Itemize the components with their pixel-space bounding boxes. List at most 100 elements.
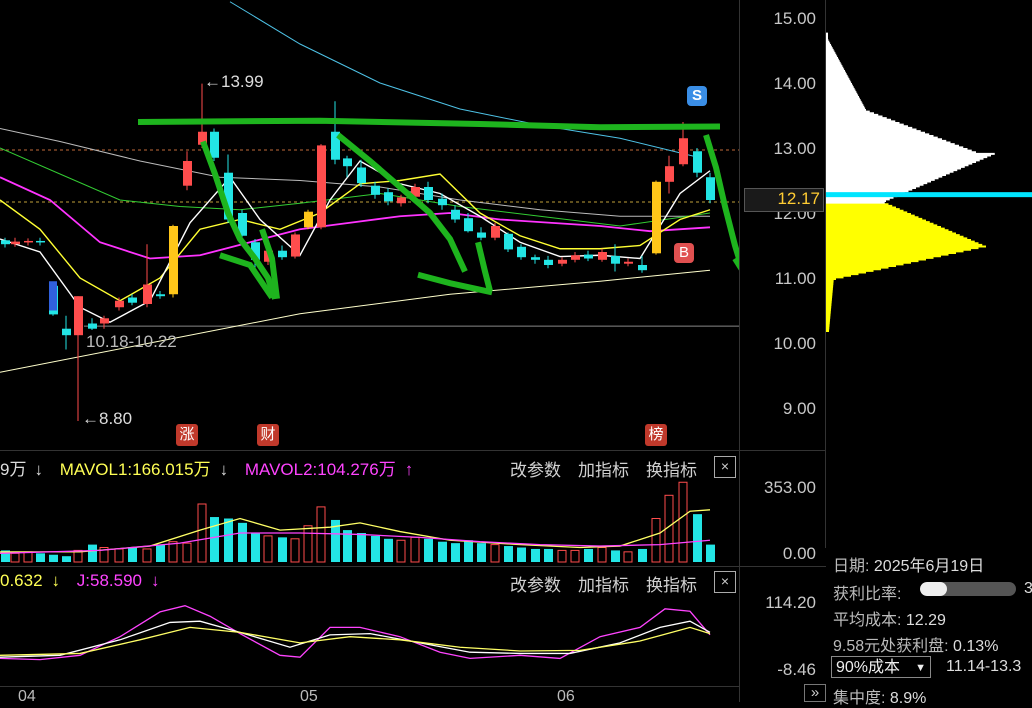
event-tag-ranking[interactable]: 榜 — [645, 424, 667, 446]
scroll-right-icon[interactable]: » — [804, 684, 826, 702]
kline-chart[interactable] — [0, 0, 740, 450]
candle-body — [397, 197, 406, 204]
volume-bar — [10, 552, 20, 563]
candle-body — [424, 187, 433, 200]
kdj-d-line — [0, 626, 711, 656]
kdj-close-icon[interactable]: × — [714, 571, 736, 593]
kdj-switch-indicator-button[interactable]: 换指标 — [646, 571, 697, 596]
price-axis-label: 11.00 — [774, 269, 816, 288]
candle-body — [464, 218, 473, 232]
ma120-line — [229, 1, 701, 159]
volume-bar — [263, 535, 273, 563]
down-arrow-3 — [703, 134, 740, 272]
candle-body — [88, 323, 97, 329]
ma10-line — [0, 173, 711, 302]
kdj-j-label: J:58.590 ↓ — [76, 571, 160, 590]
volume-bar — [544, 548, 553, 562]
volume-bar — [706, 544, 715, 562]
cost-percent-select[interactable]: 90%成本 ▼ — [831, 656, 931, 678]
volume-bar — [210, 517, 219, 562]
volume-bar — [557, 549, 567, 563]
volume-bar — [410, 536, 420, 563]
kdj-chart[interactable] — [0, 590, 740, 684]
mavol2-line — [0, 532, 711, 554]
volume-bar — [278, 537, 287, 562]
mavol1-label: MAVOL1:166.015万 ↓ — [59, 460, 229, 479]
profit-ratio-value: 3 — [1024, 580, 1032, 597]
candle-body — [62, 328, 71, 336]
volume-bar — [438, 541, 447, 562]
candle-body — [291, 234, 300, 257]
candle-body — [36, 240, 45, 243]
volume-bar — [197, 503, 207, 563]
chip-concentration: 集中度: 8.9% — [833, 690, 927, 707]
volume-partial-label: 9万 — [0, 460, 27, 479]
volume-bar — [517, 547, 526, 562]
volume-add-indicator-button[interactable]: 加指标 — [578, 456, 629, 481]
kdj-edit-params-button[interactable]: 改参数 — [510, 571, 561, 596]
candle-body — [665, 166, 674, 182]
volume-chart[interactable] — [0, 478, 740, 566]
sell-signal-badge[interactable]: S — [687, 86, 707, 106]
volume-bar — [584, 548, 593, 562]
date-axis-apr: 04 — [18, 688, 36, 705]
candle-body — [477, 232, 486, 238]
volume-bar — [396, 539, 406, 563]
candle-body — [491, 226, 500, 238]
volume-bar — [504, 546, 513, 562]
volume-bar — [531, 548, 540, 562]
volume-bar — [49, 554, 58, 562]
candle-body — [544, 259, 553, 265]
candle-body — [504, 233, 513, 250]
kdj-axis-top: 114.20 — [765, 593, 816, 612]
arrow-head-2b — [475, 241, 493, 292]
volume-bar — [424, 538, 433, 562]
ma90-line — [0, 128, 710, 217]
volume-bar — [128, 547, 137, 562]
kdj-k-line — [0, 620, 711, 658]
candle-body — [1, 240, 10, 245]
volume-bar — [678, 481, 688, 563]
candle-body — [128, 297, 137, 303]
candle-body — [624, 261, 633, 264]
volume-bar — [371, 535, 380, 562]
candle-body — [169, 226, 178, 295]
candle-body — [74, 296, 83, 336]
candle-body — [317, 145, 326, 228]
pane-divider-2 — [0, 566, 826, 567]
event-tag-limit-up[interactable]: 涨 — [176, 424, 198, 446]
chevron-down-icon: ▼ — [915, 662, 926, 674]
buy-signal-badge[interactable]: B — [674, 243, 694, 263]
chip-distribution[interactable] — [826, 0, 1032, 545]
volume-bar — [384, 538, 393, 562]
candle-body — [679, 138, 688, 165]
mavol2-label: MAVOL2:104.276万 ↑ — [244, 460, 414, 479]
average-cost-line — [826, 192, 1032, 198]
kdj-add-indicator-button[interactable]: 加指标 — [578, 571, 629, 596]
volume-close-icon[interactable]: × — [714, 456, 736, 478]
resistance-marker — [137, 117, 721, 131]
volume-bar — [114, 548, 124, 563]
kdj-partial-label: 0.632 ↓ — [0, 571, 61, 590]
candle-body — [156, 294, 165, 297]
candle-body — [278, 250, 287, 258]
volume-bar — [570, 549, 580, 563]
candle-body — [558, 259, 567, 264]
candle-body — [693, 151, 702, 173]
cost-range-value: 11.14-13.3 — [946, 658, 1022, 675]
ma20-line — [0, 176, 711, 260]
candle-body — [304, 211, 313, 228]
kdj-axis-bottom: -8.46 — [777, 660, 816, 679]
chip-bar — [826, 32, 828, 35]
candle-body — [598, 252, 607, 260]
volume-switch-indicator-button[interactable]: 换指标 — [646, 456, 697, 481]
kdj-header: 0.632 ↓ J:58.590 ↓ — [0, 571, 740, 597]
volume-bar — [597, 547, 607, 563]
event-tag-financial[interactable]: 财 — [257, 424, 279, 446]
candle-body — [115, 300, 124, 308]
candle-body — [357, 167, 366, 184]
volume-bar — [623, 551, 633, 563]
volume-bar — [357, 533, 366, 562]
price-axis-label: 9.00 — [782, 399, 816, 418]
volume-edit-params-button[interactable]: 改参数 — [510, 456, 561, 481]
